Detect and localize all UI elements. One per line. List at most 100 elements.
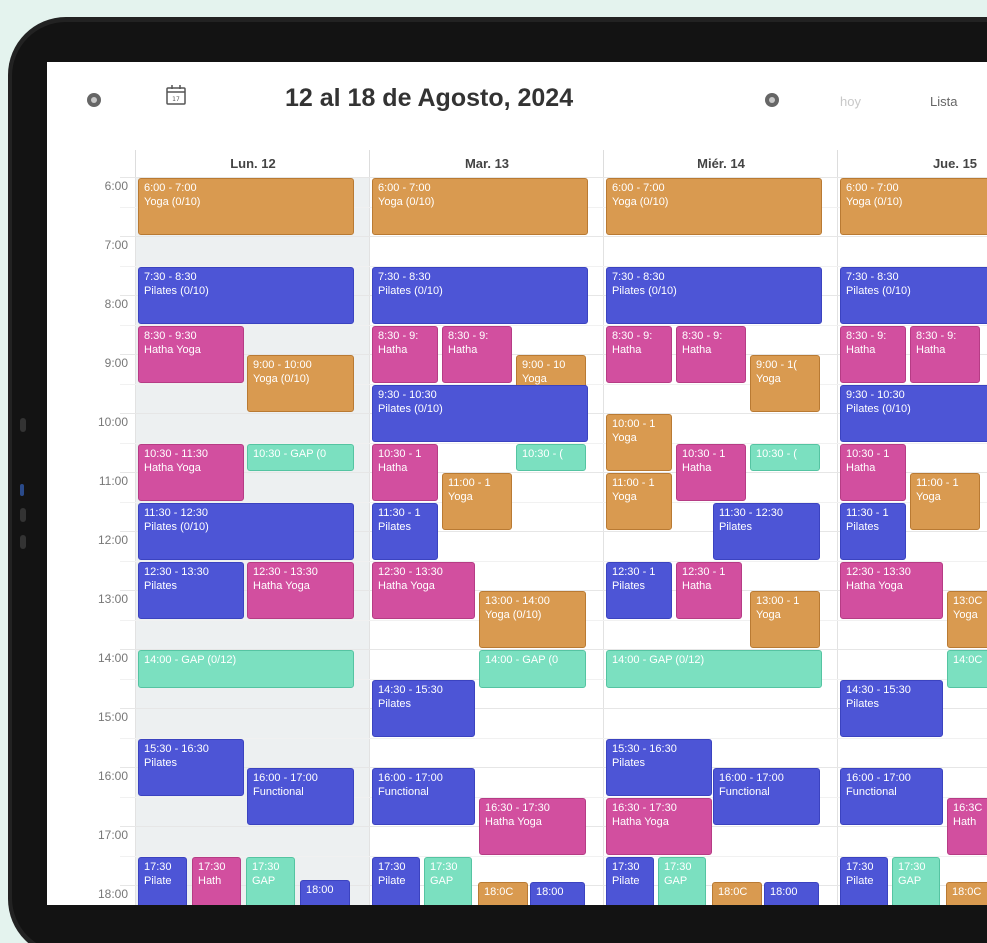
event-name: Functional xyxy=(253,786,304,798)
event-pilates[interactable]: 15:30 - 16:30 Pilates xyxy=(138,738,244,796)
event-hatha[interactable]: 16:3C Hath xyxy=(947,797,987,855)
event-yoga[interactable]: 11:00 - 1 Yoga xyxy=(910,473,980,530)
event-time: 11:30 - 1 xyxy=(378,506,421,519)
event-yoga[interactable]: 11:00 - 1 Yoga xyxy=(442,473,512,530)
event-name: Hatha xyxy=(682,579,712,592)
event-yoga[interactable]: 18:0C xyxy=(478,881,528,905)
event-functional[interactable]: 16:00 - 17:00 Functional xyxy=(840,768,943,825)
event-hatha[interactable]: 16:30 - 17:30 Hatha Yoga xyxy=(479,797,586,855)
event-pilates[interactable]: 12:30 - 1 Pilates xyxy=(606,561,672,619)
event-time: 18:00 xyxy=(306,884,334,897)
event-pilates[interactable]: 11:30 - 1 Pilates xyxy=(372,502,438,560)
time-label: 9:00 xyxy=(104,356,128,370)
event-name: Hatha xyxy=(916,343,946,356)
event-gap[interactable]: 17:30 GAP xyxy=(892,856,940,905)
event-pilates[interactable]: 9:30 - 10:30 Pilates (0/10) xyxy=(372,384,588,442)
event-gap[interactable]: 10:30 - ( xyxy=(750,443,820,471)
event-pilates[interactable]: 7:30 - 8:30 Pilates (0/10) xyxy=(840,266,987,324)
event-hatha[interactable]: 8:30 - 9: Hatha xyxy=(442,325,512,383)
event-gap[interactable]: 14:00 - GAP (0/12) xyxy=(138,650,354,688)
event-gap[interactable]: 17:30 GAP xyxy=(424,856,472,905)
event-pilates[interactable]: 11:30 - 1 Pilates xyxy=(840,502,906,560)
calendar-icon[interactable]: 17 xyxy=(165,84,187,106)
list-view-button[interactable]: Lista xyxy=(930,94,957,109)
event-hatha[interactable]: 10:30 - 1 Hatha xyxy=(840,443,906,501)
event-hatha[interactable]: 8:30 - 9: Hatha xyxy=(676,325,746,383)
today-button[interactable]: hoy xyxy=(840,94,861,109)
event-functional[interactable]: 16:00 - 17:00 Functional xyxy=(247,768,354,825)
side-button xyxy=(20,418,26,432)
event-pilates[interactable]: 17:30 Pilate xyxy=(372,856,420,905)
event-yoga[interactable]: 13:00 - 14:00 Yoga (0/10) xyxy=(479,591,586,648)
event-name: GAP xyxy=(664,874,688,887)
event-hatha[interactable]: 12:30 - 1 Hatha xyxy=(676,561,742,619)
event-yoga[interactable]: 13:00 - 1 Yoga xyxy=(750,591,820,648)
event-hatha[interactable]: 8:30 - 9: Hatha xyxy=(606,325,672,383)
event-hatha[interactable]: 8:30 - 9: Hatha xyxy=(840,325,906,383)
event-pilates[interactable]: 11:30 - 12:30 Pilates (0/10) xyxy=(138,502,354,560)
event-yoga[interactable]: 6:00 - 7:00 Yoga (0/10) xyxy=(840,178,987,235)
event-name: Yoga (0/10) xyxy=(253,373,310,385)
event-gap[interactable]: 17:30 GAP xyxy=(658,856,706,905)
event-hatha[interactable]: 10:30 - 1 Hatha xyxy=(676,443,746,501)
event-hatha[interactable]: 10:30 - 1 Hatha xyxy=(372,443,438,501)
event-pilates[interactable]: 18:00 xyxy=(530,881,585,905)
event-gap[interactable]: 10:30 - GAP (0 xyxy=(247,443,354,471)
event-pilates[interactable]: 17:30 Pilate xyxy=(606,856,654,905)
event-yoga[interactable]: 6:00 - 7:00 Yoga (0/10) xyxy=(138,178,354,235)
event-time: 15:30 - 16:30 xyxy=(612,742,677,755)
event-name: Pilates (0/10) xyxy=(846,284,911,297)
event-yoga[interactable]: 10:00 - 1 Yoga xyxy=(606,414,672,471)
event-hatha[interactable]: 8:30 - 9:30 Hatha Yoga xyxy=(138,325,244,383)
event-pilates[interactable]: 7:30 - 8:30 Pilates (0/10) xyxy=(372,266,588,324)
event-pilates[interactable]: 11:30 - 12:30 Pilates xyxy=(713,502,820,560)
event-functional[interactable]: 16:00 - 17:00 Functional xyxy=(372,768,475,825)
event-hatha[interactable]: 16:30 - 17:30 Hatha Yoga xyxy=(606,797,712,855)
event-yoga[interactable]: 11:00 - 1 Yoga xyxy=(606,473,672,530)
event-pilates[interactable]: 14:30 - 15:30 Pilates xyxy=(372,679,475,737)
event-yoga[interactable]: 18:0C xyxy=(712,881,762,905)
event-gap[interactable]: 14:00 - GAP (0 xyxy=(479,650,586,688)
event-pilates[interactable]: 9:30 - 10:30 Pilates (0/10) xyxy=(840,384,987,442)
event-name: Hatha Yoga xyxy=(253,579,310,592)
event-yoga[interactable]: 6:00 - 7:00 Yoga (0/10) xyxy=(372,178,588,235)
next-week-button[interactable] xyxy=(765,93,779,107)
event-hatha[interactable]: 17:30 Hath xyxy=(192,856,241,905)
event-pilates[interactable]: 12:30 - 13:30 Pilates xyxy=(138,561,244,619)
event-hatha[interactable]: 10:30 - 11:30 Hatha Yoga xyxy=(138,443,244,501)
event-time: 7:30 - 8:30 xyxy=(612,270,665,283)
event-hatha[interactable]: 8:30 - 9: Hatha xyxy=(910,325,980,383)
event-gap[interactable]: 14:00 - GAP (0/12) xyxy=(606,650,822,688)
event-hatha[interactable]: 8:30 - 9: Hatha xyxy=(372,325,438,383)
event-yoga[interactable]: 9:00 - 1(Yoga xyxy=(750,355,820,412)
event-yoga[interactable]: 13:0C Yoga xyxy=(947,591,987,648)
camera-indicator xyxy=(20,484,24,496)
event-hatha[interactable]: 12:30 - 13:30 Hatha Yoga xyxy=(247,561,354,619)
event-pilates[interactable]: 17:30 Pilate xyxy=(138,856,187,905)
event-gap[interactable]: 14:0C xyxy=(947,650,987,688)
event-yoga[interactable]: 18:0C xyxy=(946,881,987,905)
event-time: 17:30 xyxy=(252,860,280,873)
event-hatha[interactable]: 12:30 - 13:30 Hatha Yoga xyxy=(372,561,475,619)
event-yoga[interactable]: 9:00 - 10:00 Yoga (0/10) xyxy=(247,355,354,412)
event-yoga[interactable]: 6:00 - 7:00 Yoga (0/10) xyxy=(606,178,822,235)
event-time: 14:00 - GAP (0/12) xyxy=(612,654,705,666)
prev-week-button[interactable] xyxy=(87,93,101,107)
event-gap[interactable]: 10:30 - ( xyxy=(516,443,586,471)
event-name: Yoga (0/10) xyxy=(846,196,903,208)
event-gap[interactable]: 17:30 GAP xyxy=(246,856,295,905)
event-pilates[interactable]: 14:30 - 15:30 Pilates xyxy=(840,679,943,737)
event-pilates[interactable]: 7:30 - 8:30 Pilates (0/10) xyxy=(138,266,354,324)
event-time: 18:0C xyxy=(718,885,748,898)
event-time: 12:30 - 1 xyxy=(612,565,656,578)
event-time: 11:30 - 12:30 xyxy=(719,506,784,519)
event-pilates[interactable]: 15:30 - 16:30 Pilates xyxy=(606,738,712,796)
event-pilates[interactable]: 7:30 - 8:30 Pilates (0/10) xyxy=(606,266,822,324)
event-pilates[interactable]: 17:30 Pilate xyxy=(840,856,888,905)
event-pilates[interactable]: 18:00 xyxy=(300,880,350,905)
event-pilates[interactable]: 18:00 xyxy=(764,881,819,905)
event-name: Pilate xyxy=(378,874,406,887)
event-functional[interactable]: 16:00 - 17:00 Functional xyxy=(713,768,820,825)
event-hatha[interactable]: 12:30 - 13:30 Hatha Yoga xyxy=(840,561,943,619)
day-header: Jue. 15 xyxy=(837,150,987,177)
